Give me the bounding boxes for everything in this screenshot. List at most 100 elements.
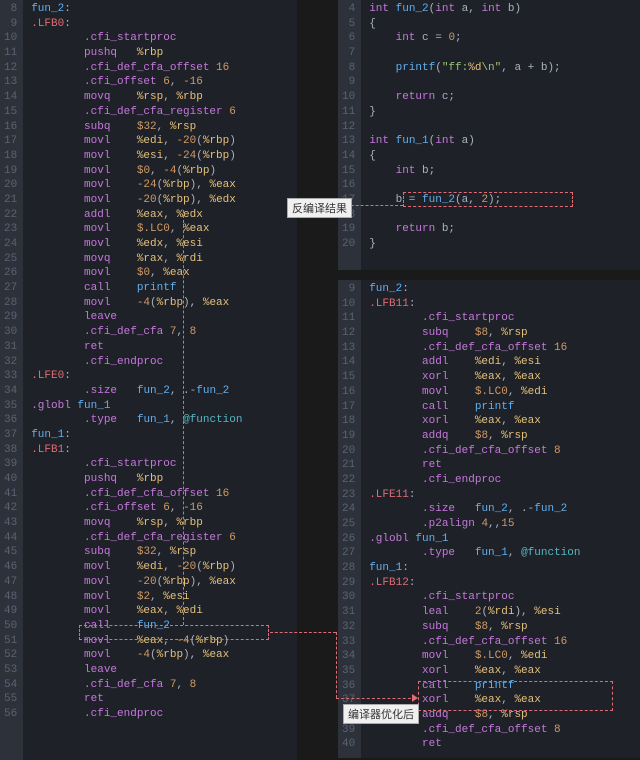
code-line[interactable]: ret bbox=[31, 340, 297, 355]
code-line[interactable]: addl %eax, %edx bbox=[31, 208, 297, 223]
code-line[interactable]: .globl fun_1 bbox=[369, 532, 640, 547]
code-line[interactable]: .LFB12: bbox=[369, 576, 640, 591]
code-line[interactable]: movl -20(%rbp), %edx bbox=[31, 193, 297, 208]
line-gutter-top-right: 4567891011121314151617181920 bbox=[338, 0, 361, 270]
code-line[interactable]: .cfi_def_cfa_offset 8 bbox=[369, 444, 640, 459]
code-line[interactable]: .cfi_def_cfa 7, 8 bbox=[31, 325, 297, 340]
code-line[interactable]: fun_1: bbox=[31, 428, 297, 443]
code-line[interactable]: .cfi_startproc bbox=[369, 311, 640, 326]
code-line[interactable]: xorl %eax, %eax bbox=[369, 370, 640, 385]
code-line[interactable]: movl -4(%rbp), %eax bbox=[31, 296, 297, 311]
code-line[interactable]: } bbox=[369, 105, 640, 120]
code-line[interactable]: .cfi_startproc bbox=[31, 457, 297, 472]
code-line[interactable]: .LFB1: bbox=[31, 443, 297, 458]
code-line[interactable]: call printf bbox=[369, 679, 640, 694]
code-line[interactable]: subq $8, %rsp bbox=[369, 326, 640, 341]
code-line[interactable]: } bbox=[369, 237, 640, 252]
code-line[interactable]: .cfi_offset 6, -16 bbox=[31, 501, 297, 516]
code-line[interactable]: addq $8, %rsp bbox=[369, 429, 640, 444]
code-line[interactable]: leave bbox=[31, 663, 297, 678]
code-line[interactable]: movl $2, %esi bbox=[31, 590, 297, 605]
code-line[interactable]: int fun_2(int a, int b) bbox=[369, 2, 640, 17]
code-line[interactable]: movl $.LC0, %edi bbox=[369, 385, 640, 400]
code-line[interactable]: fun_1: bbox=[369, 561, 640, 576]
code-line[interactable]: int fun_1(int a) bbox=[369, 134, 640, 149]
code-line[interactable]: int c = 0; bbox=[369, 31, 640, 46]
code-line[interactable]: .cfi_def_cfa_offset 8 bbox=[369, 723, 640, 738]
code-line[interactable]: subq $32, %rsp bbox=[31, 545, 297, 560]
code-left[interactable]: fun_2:.LFB0: .cfi_startproc pushq %rbp .… bbox=[23, 0, 297, 760]
code-line[interactable]: b = fun_2(a, 2); bbox=[369, 193, 640, 208]
code-line[interactable]: leal 2(%rdi), %esi bbox=[369, 605, 640, 620]
code-line[interactable]: .type fun_1, @function bbox=[369, 546, 640, 561]
code-bottom-right[interactable]: fun_2:.LFB11: .cfi_startproc subq $8, %r… bbox=[361, 280, 640, 758]
code-line[interactable] bbox=[369, 178, 640, 193]
code-line[interactable]: call printf bbox=[31, 281, 297, 296]
code-line[interactable]: movl $0, %eax bbox=[31, 266, 297, 281]
code-line[interactable]: return b; bbox=[369, 222, 640, 237]
code-line[interactable]: ret bbox=[369, 737, 640, 752]
code-line[interactable]: fun_2: bbox=[369, 282, 640, 297]
code-line[interactable]: .size fun_2, .-fun_2 bbox=[369, 502, 640, 517]
code-line[interactable]: movq %rsp, %rbp bbox=[31, 90, 297, 105]
code-line[interactable]: .cfi_def_cfa_offset 16 bbox=[31, 487, 297, 502]
code-line[interactable]: { bbox=[369, 149, 640, 164]
code-line[interactable]: movl $0, -4(%rbp) bbox=[31, 164, 297, 179]
code-line[interactable]: return c; bbox=[369, 90, 640, 105]
code-line[interactable]: pushq %rbp bbox=[31, 472, 297, 487]
code-line[interactable]: fun_2: bbox=[31, 2, 297, 17]
code-line[interactable]: .size fun_2, .-fun_2 bbox=[31, 384, 297, 399]
code-line[interactable]: pushq %rbp bbox=[31, 46, 297, 61]
code-line[interactable]: movq %rsp, %rbp bbox=[31, 516, 297, 531]
code-line[interactable]: .LFB0: bbox=[31, 17, 297, 32]
code-line[interactable]: .cfi_def_cfa_offset 16 bbox=[31, 61, 297, 76]
code-line[interactable]: ret bbox=[31, 692, 297, 707]
code-line[interactable]: movl %edi, -20(%rbp) bbox=[31, 134, 297, 149]
code-line[interactable]: addl %edi, %esi bbox=[369, 355, 640, 370]
code-line[interactable]: .cfi_endproc bbox=[369, 473, 640, 488]
code-line[interactable]: ret bbox=[369, 458, 640, 473]
code-line[interactable]: subq $32, %rsp bbox=[31, 120, 297, 135]
code-line[interactable]: movl %edx, %esi bbox=[31, 237, 297, 252]
code-line[interactable]: .cfi_endproc bbox=[31, 355, 297, 370]
code-line[interactable]: .LFB11: bbox=[369, 297, 640, 312]
code-line[interactable]: printf("ff:%d\n", a + b); bbox=[369, 61, 640, 76]
code-line[interactable]: .LFE11: bbox=[369, 488, 640, 503]
code-top-right[interactable]: int fun_2(int a, int b){ int c = 0; prin… bbox=[361, 0, 640, 270]
code-line[interactable] bbox=[369, 46, 640, 61]
code-line[interactable]: .cfi_endproc bbox=[31, 707, 297, 722]
code-line[interactable]: .cfi_def_cfa_register 6 bbox=[31, 105, 297, 120]
code-line[interactable]: movl -20(%rbp), %eax bbox=[31, 575, 297, 590]
code-line[interactable]: .cfi_def_cfa 7, 8 bbox=[31, 678, 297, 693]
code-line[interactable]: .LFE0: bbox=[31, 369, 297, 384]
code-line[interactable]: movl -4(%rbp), %eax bbox=[31, 648, 297, 663]
code-line[interactable]: .cfi_startproc bbox=[31, 31, 297, 46]
code-line[interactable]: movl %esi, -24(%rbp) bbox=[31, 149, 297, 164]
code-line[interactable]: .cfi_def_cfa_offset 16 bbox=[369, 635, 640, 650]
code-line[interactable]: call printf bbox=[369, 400, 640, 415]
code-line[interactable]: leave bbox=[31, 310, 297, 325]
code-line[interactable]: xorl %eax, %eax bbox=[369, 414, 640, 429]
code-line[interactable]: .cfi_offset 6, -16 bbox=[31, 75, 297, 90]
code-line[interactable]: .cfi_def_cfa_offset 16 bbox=[369, 341, 640, 356]
code-line[interactable]: xorl %eax, %eax bbox=[369, 664, 640, 679]
code-line[interactable]: .type fun_1, @function bbox=[31, 413, 297, 428]
code-line[interactable]: movl -24(%rbp), %eax bbox=[31, 178, 297, 193]
code-line[interactable] bbox=[369, 120, 640, 135]
code-line[interactable]: movl %edi, -20(%rbp) bbox=[31, 560, 297, 575]
code-line[interactable]: int b; bbox=[369, 164, 640, 179]
code-line[interactable]: .cfi_def_cfa_register 6 bbox=[31, 531, 297, 546]
code-line[interactable]: movl %eax, -4(%rbp) bbox=[31, 634, 297, 649]
code-line[interactable] bbox=[369, 75, 640, 90]
code-line[interactable]: movq %rax, %rdi bbox=[31, 252, 297, 267]
code-line[interactable]: subq $8, %rsp bbox=[369, 620, 640, 635]
code-line[interactable]: movl %eax, %edi bbox=[31, 604, 297, 619]
code-line[interactable]: call fun_2 bbox=[31, 619, 297, 634]
code-line[interactable]: movl $.LC0, %edi bbox=[369, 649, 640, 664]
code-line[interactable]: .globl fun_1 bbox=[31, 399, 297, 414]
code-line[interactable] bbox=[369, 208, 640, 223]
code-line[interactable]: { bbox=[369, 17, 640, 32]
code-line[interactable]: movl $.LC0, %eax bbox=[31, 222, 297, 237]
code-line[interactable]: .cfi_startproc bbox=[369, 590, 640, 605]
code-line[interactable]: .p2align 4,,15 bbox=[369, 517, 640, 532]
